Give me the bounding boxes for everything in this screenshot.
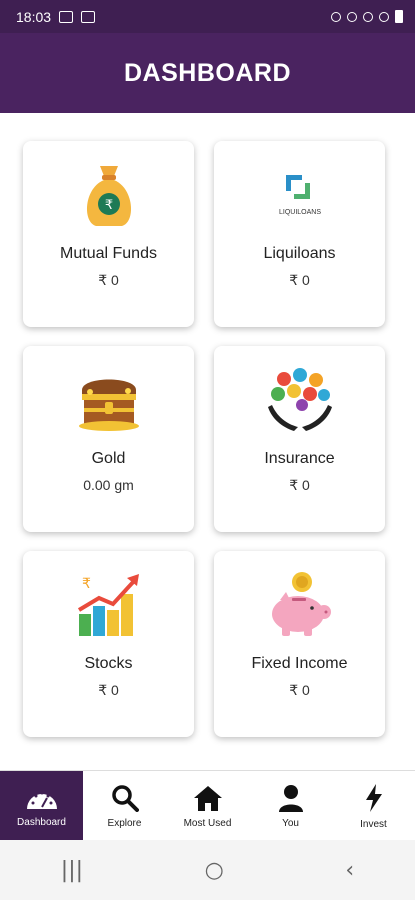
liquiloans-logo: LIQUILOANS: [278, 175, 321, 216]
battery-icon: [395, 10, 403, 23]
card-value: ₹ 0: [289, 477, 310, 493]
nav-label: You: [282, 817, 299, 829]
user-icon: [278, 784, 303, 812]
recents-button[interactable]: |||: [61, 858, 83, 883]
card-value: ₹ 0: [98, 272, 119, 288]
nav-label: Invest: [360, 818, 387, 830]
status-time: 18:03: [16, 8, 52, 25]
rising-chart-icon: ₹: [77, 574, 139, 636]
nav-item-you[interactable]: You: [249, 771, 332, 841]
card-label: Mutual Funds: [60, 245, 157, 262]
bottom-nav: Dashboard Explore Most Used You Invest: [0, 770, 415, 841]
money-bag-icon: ₹: [86, 166, 131, 226]
card-value: ₹ 0: [289, 272, 310, 288]
piggy-bank-icon: [271, 572, 331, 636]
nav-item-invest[interactable]: Invest: [332, 771, 415, 841]
speedometer-icon: [26, 791, 57, 809]
wifi-icon: [363, 11, 373, 22]
app-header: DASHBOARD: [0, 33, 415, 113]
nav-label: Dashboard: [17, 816, 66, 828]
card-liquiloans[interactable]: LIQUILOANS Liquiloans ₹ 0: [214, 141, 385, 327]
svg-text:₹: ₹: [104, 198, 112, 213]
card-value: ₹ 0: [289, 682, 310, 698]
card-label: Fixed Income: [251, 655, 348, 672]
liquiloans-logo-text: LIQUILOANS: [278, 209, 320, 216]
card-gold[interactable]: Gold 0.00 gm: [23, 346, 194, 532]
card-value: ₹ 0: [98, 682, 119, 698]
image-notification-icon: [59, 10, 74, 23]
card-label: Gold: [91, 450, 126, 467]
search-icon: [111, 784, 139, 812]
nav-item-dashboard[interactable]: Dashboard: [0, 771, 83, 841]
home-button[interactable]: ○: [205, 858, 224, 883]
card-label: Stocks: [84, 655, 133, 672]
card-label: Insurance: [264, 450, 335, 467]
card-stocks[interactable]: ₹ Stocks ₹ 0: [23, 551, 194, 737]
card-value: 0.00 gm: [83, 477, 134, 493]
card-fixed-income[interactable]: Fixed Income ₹ 0: [214, 551, 385, 737]
back-button[interactable]: ‹: [345, 858, 354, 883]
status-bar: 18:03: [0, 0, 415, 33]
card-label: Liquiloans: [263, 245, 336, 262]
signal-icon: [379, 11, 389, 22]
nav-label: Explore: [107, 817, 142, 829]
lightning-icon: [365, 783, 382, 812]
mute-icon: [347, 11, 357, 22]
svg-text:₹: ₹: [82, 576, 91, 592]
page-title: DASHBOARD: [124, 58, 291, 87]
nav-item-explore[interactable]: Explore: [83, 771, 166, 841]
nav-item-most-used[interactable]: Most Used: [166, 771, 249, 841]
linkedin-notification-icon: [81, 10, 96, 23]
insurance-hands-icon: [267, 368, 332, 431]
dashboard-content: ₹ Mutual Funds ₹ 0 LIQUILOANS Liquiloans…: [0, 113, 415, 770]
alarm-icon: [331, 11, 341, 22]
system-nav-bar: ||| ○ ‹: [0, 840, 415, 900]
home-icon: [193, 785, 222, 811]
treasure-chest-icon: [78, 379, 139, 431]
nav-label: Most Used: [183, 817, 232, 829]
card-mutual-funds[interactable]: ₹ Mutual Funds ₹ 0: [23, 141, 194, 327]
card-insurance[interactable]: Insurance ₹ 0: [214, 346, 385, 532]
